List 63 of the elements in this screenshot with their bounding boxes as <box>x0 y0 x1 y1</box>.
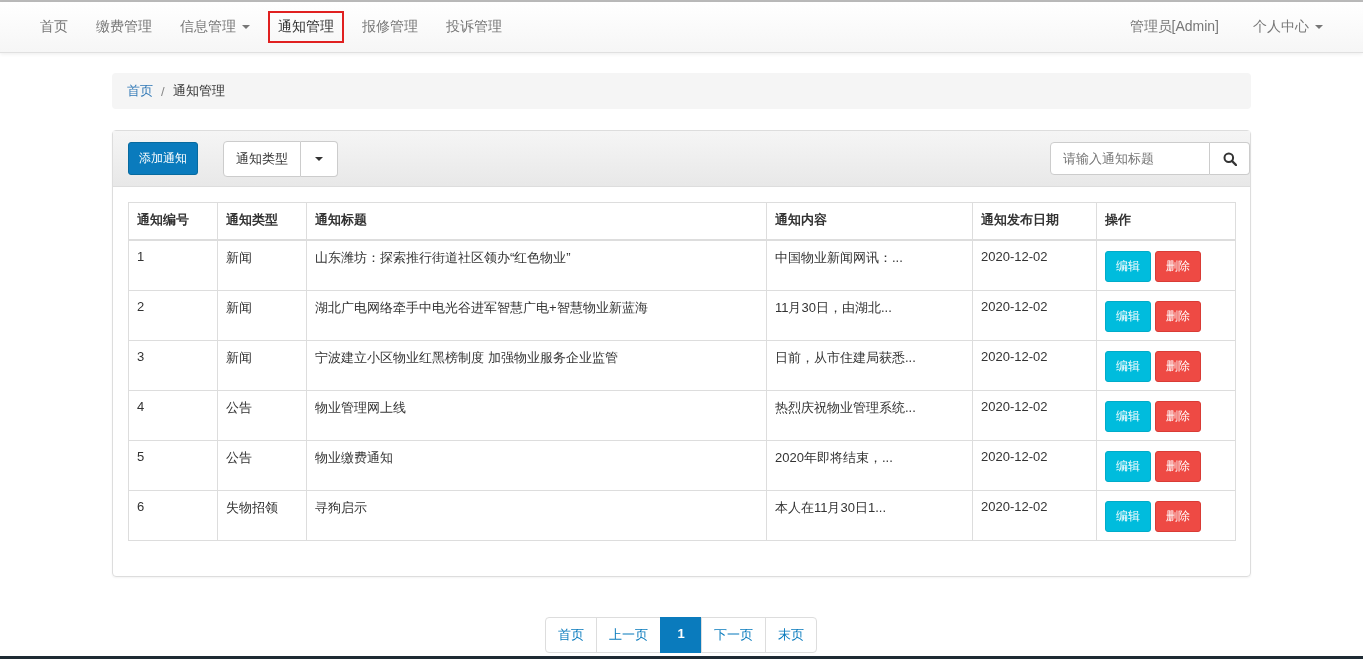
column-header: 通知类型 <box>217 202 307 240</box>
table-cell: 2020-12-02 <box>972 440 1097 491</box>
table-cell: 日前，从市住建局获悉... <box>766 340 973 391</box>
table-cell: 2020-12-02 <box>972 290 1097 341</box>
table-cell: 湖北广电网络牵手中电光谷进军智慧广电+智慧物业新蓝海 <box>306 290 767 341</box>
table-cell: 物业缴费通知 <box>306 440 767 491</box>
table-cell: 新闻 <box>217 340 307 391</box>
nav-link[interactable]: 投诉管理 <box>436 11 512 43</box>
nav-link[interactable]: 缴费管理 <box>86 11 162 43</box>
nav-link[interactable]: 个人中心 <box>1243 11 1333 43</box>
table-cell: 1 <box>128 240 218 291</box>
pagination-link[interactable]: 首页 <box>545 617 598 653</box>
table-cell: 公告 <box>217 390 307 441</box>
nav-link[interactable]: 通知管理 <box>268 11 344 43</box>
table-cell: 山东潍坊：探索推行街道社区领办“红色物业” <box>306 240 767 291</box>
breadcrumb-separator: / <box>161 83 165 99</box>
table-cell: 热烈庆祝物业管理系统... <box>766 390 973 441</box>
table-cell: 2020-12-02 <box>972 340 1097 391</box>
column-header: 通知发布日期 <box>972 202 1097 240</box>
column-header: 通知编号 <box>128 202 218 240</box>
table-cell: 失物招领 <box>217 490 307 541</box>
pagination-link[interactable]: 下一页 <box>700 617 766 653</box>
delete-button[interactable]: 删除 <box>1155 401 1201 432</box>
column-header: 通知标题 <box>306 202 767 240</box>
table-cell: 6 <box>128 490 218 541</box>
column-header: 操作 <box>1096 202 1236 240</box>
dropdown-toggle[interactable] <box>301 140 338 177</box>
table-cell: 公告 <box>217 440 307 491</box>
table-cell: 新闻 <box>217 290 307 341</box>
breadcrumb-current: 通知管理 <box>172 82 225 100</box>
delete-button[interactable]: 删除 <box>1155 251 1201 282</box>
table-cell: 2020-12-02 <box>972 390 1097 441</box>
table-cell: 中国物业新闻网讯：... <box>766 240 973 291</box>
delete-button[interactable]: 删除 <box>1155 351 1201 382</box>
table-cell: 2020年即将结束，... <box>766 440 973 491</box>
type-dropdown-button[interactable]: 通知类型 <box>223 140 301 177</box>
table-cell: 2020-12-02 <box>972 490 1097 541</box>
search-field[interactable]: 请输入通知标题 <box>1050 142 1210 175</box>
nav-link[interactable]: 信息管理 <box>170 11 260 43</box>
table-cell: 11月30日，由湖北... <box>766 290 973 341</box>
nav-link[interactable]: 管理员[Admin] <box>1119 11 1229 43</box>
nav-link[interactable]: 首页 <box>30 11 78 43</box>
pagination-link[interactable]: 1 <box>660 617 702 653</box>
delete-button[interactable]: 删除 <box>1155 501 1201 532</box>
breadcrumb-link[interactable]: 首页 <box>127 82 153 100</box>
column-header: 通知内容 <box>766 202 973 240</box>
pagination-link[interactable]: 末页 <box>764 617 817 653</box>
table-cell: 5 <box>128 440 218 491</box>
table-cell: 宁波建立小区物业红黑榜制度 加强物业服务企业监管 <box>306 340 767 391</box>
table-cell: 新闻 <box>217 240 307 291</box>
table-cell: 物业管理网上线 <box>306 390 767 441</box>
add-button[interactable]: 添加通知 <box>128 142 198 175</box>
table-cell: 2 <box>128 290 218 341</box>
table-cell: 寻狗启示 <box>306 490 767 541</box>
delete-button[interactable]: 删除 <box>1155 451 1201 482</box>
table-cell: 2020-12-02 <box>972 240 1097 291</box>
nav-link[interactable]: 报修管理 <box>352 11 428 43</box>
search-icon <box>1222 151 1237 166</box>
table-cell: 4 <box>128 390 218 441</box>
table-cell: 本人在11月30日1... <box>766 490 973 541</box>
delete-button[interactable]: 删除 <box>1155 301 1201 332</box>
table-cell: 3 <box>128 340 218 391</box>
search-button[interactable] <box>1210 142 1250 175</box>
